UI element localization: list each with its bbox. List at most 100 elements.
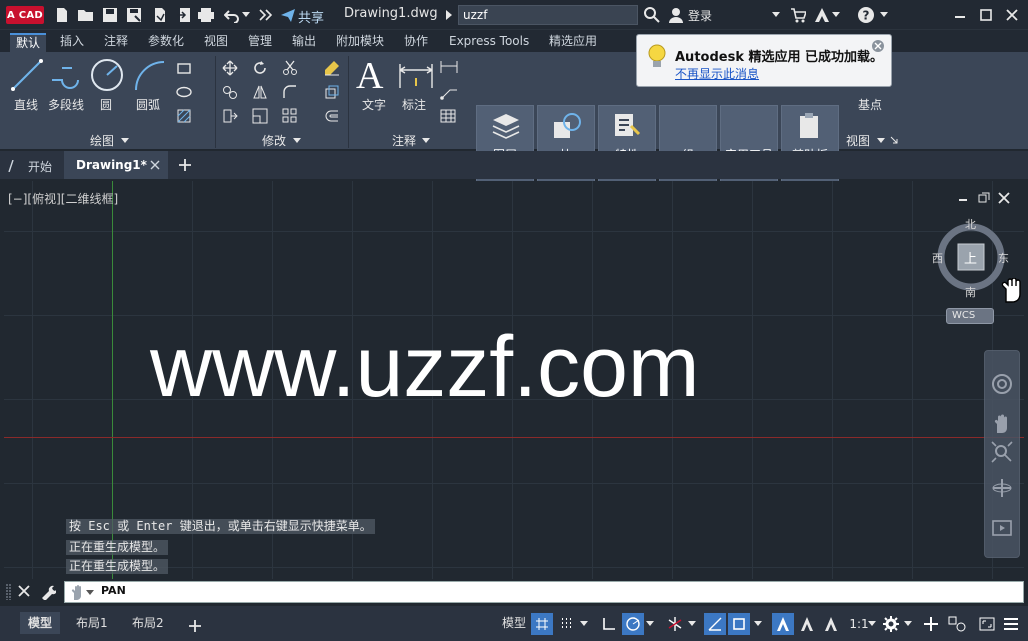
dimension-icon[interactable] (398, 62, 434, 90)
ellipse-icon[interactable] (176, 84, 192, 100)
customize-wrench-icon[interactable] (40, 584, 56, 600)
offset-icon[interactable] (324, 108, 340, 124)
object-snap-dropdown-icon[interactable] (752, 613, 764, 635)
viewport-minimize-icon[interactable] (958, 193, 968, 203)
search-icon[interactable] (642, 5, 662, 25)
annotation-visibility-icon[interactable] (772, 613, 794, 635)
new-tab-icon[interactable] (178, 158, 192, 172)
erase-icon[interactable] (324, 60, 340, 76)
view-group-title[interactable]: 视图 (846, 132, 870, 149)
tab-express-tools[interactable]: Express Tools (443, 33, 535, 52)
zoom-extents-icon[interactable] (991, 441, 1013, 463)
tab-menu-icon[interactable] (8, 160, 14, 172)
command-pan-icon[interactable] (70, 585, 86, 601)
undo-icon[interactable] (222, 5, 242, 25)
snap-dropdown-icon[interactable] (578, 613, 590, 635)
isolate-objects-icon[interactable] (946, 613, 968, 635)
new-layout-icon[interactable] (188, 619, 202, 633)
hatch-icon[interactable] (176, 108, 192, 124)
workspace-dropdown-icon[interactable] (902, 613, 914, 635)
steering-wheel-icon[interactable] (991, 373, 1013, 395)
move-icon[interactable] (222, 60, 238, 76)
undo-dropdown-icon[interactable] (240, 5, 252, 25)
command-input[interactable]: PAN (64, 581, 1024, 603)
polyline-label[interactable]: 多段线 (48, 96, 84, 113)
modify-group-title[interactable]: 修改 (262, 132, 286, 149)
help-dropdown-icon[interactable] (880, 12, 888, 18)
redo-icon[interactable] (256, 5, 276, 25)
save-icon[interactable] (100, 5, 120, 25)
layout1-tab[interactable]: 布局1 (68, 612, 116, 634)
search-input[interactable] (458, 5, 638, 25)
layout2-tab[interactable]: 布局2 (124, 612, 172, 634)
mirror-icon[interactable] (252, 84, 268, 100)
panel-launcher-icon[interactable] (890, 136, 898, 144)
rectangle-icon[interactable] (176, 60, 192, 76)
viewport-controls[interactable]: [−][俯视][二维线框] (8, 190, 118, 207)
model-tab[interactable]: 模型 (20, 612, 61, 634)
object-snap-tracking-icon[interactable] (704, 613, 726, 635)
annotation-group-title[interactable]: 注释 (392, 132, 416, 149)
line-icon[interactable] (10, 58, 44, 92)
web-mobile-icon[interactable] (150, 5, 170, 25)
array-icon[interactable] (282, 108, 298, 124)
circle-label[interactable]: 圆 (100, 96, 112, 113)
fullscreen-icon[interactable] (976, 613, 998, 635)
workspace-gear-icon[interactable] (880, 613, 902, 635)
maximize-icon[interactable] (976, 5, 996, 25)
tab-collaborate[interactable]: 协作 (398, 33, 434, 52)
polar-dropdown-icon[interactable] (644, 613, 656, 635)
tab-output[interactable]: 输出 (286, 33, 322, 52)
notification-close-icon[interactable] (871, 39, 885, 53)
table-icon[interactable] (440, 108, 456, 124)
open-icon[interactable] (76, 5, 96, 25)
viewport-restore-icon[interactable] (978, 192, 990, 204)
close-icon[interactable] (1002, 5, 1022, 25)
tab-default[interactable]: 默认 (10, 33, 47, 52)
share-icon[interactable] (278, 5, 298, 25)
tab-parametric[interactable]: 参数化 (142, 33, 190, 52)
stretch-icon[interactable] (222, 108, 238, 124)
tab-manage[interactable]: 管理 (242, 33, 278, 52)
isodraft-icon[interactable] (664, 613, 686, 635)
text-tool-icon[interactable]: A (356, 54, 383, 98)
minimize-icon[interactable] (950, 5, 970, 25)
cart-icon[interactable] (788, 5, 808, 25)
dont-show-again-link[interactable]: 不再显示此消息 (675, 65, 759, 82)
explode-icon[interactable] (324, 84, 340, 100)
scale-dropdown-icon[interactable] (866, 613, 878, 635)
sign-in-button[interactable]: 登录 (688, 7, 712, 24)
rotate-icon[interactable] (252, 60, 268, 76)
sign-in-dropdown-icon[interactable] (772, 12, 780, 18)
viewport-close-icon[interactable] (998, 192, 1010, 204)
modify-dropdown-icon[interactable] (293, 138, 301, 144)
compass-west[interactable]: 西 (932, 250, 943, 266)
showmotion-icon[interactable] (991, 517, 1013, 539)
command-grip-icon[interactable] (6, 583, 12, 601)
scale-icon[interactable] (252, 108, 268, 124)
wcs-menu[interactable]: WCS (946, 308, 994, 324)
new-icon[interactable] (52, 5, 72, 25)
start-tab[interactable]: 开始 (28, 158, 52, 175)
circle-icon[interactable] (90, 58, 124, 92)
compass-north[interactable]: 北 (965, 216, 976, 232)
object-snap-icon[interactable] (728, 613, 750, 635)
arc-label[interactable]: 圆弧 (136, 96, 160, 113)
tab-featured-apps[interactable]: 精选应用 (543, 33, 603, 52)
basepoint-label[interactable]: 基点 (858, 96, 882, 113)
leader-icon[interactable] (440, 84, 458, 100)
draw-dropdown-icon[interactable] (121, 138, 129, 144)
command-close-icon[interactable] (18, 585, 30, 597)
app-dropdown-icon[interactable] (832, 12, 840, 18)
snap-icon[interactable] (556, 613, 578, 635)
app-logo[interactable]: A CAD (6, 6, 44, 24)
viewcube-top-face[interactable]: 上 (964, 248, 977, 267)
isodraft-dropdown-icon[interactable] (686, 613, 698, 635)
dimension-label[interactable]: 标注 (402, 96, 426, 113)
text-tool-label[interactable]: 文字 (362, 96, 386, 113)
user-icon[interactable] (666, 5, 686, 25)
fillet-icon[interactable] (282, 84, 298, 100)
arc-icon[interactable] (132, 58, 166, 92)
annotation-dropdown-icon[interactable] (422, 138, 430, 144)
copy-icon[interactable] (222, 84, 238, 100)
